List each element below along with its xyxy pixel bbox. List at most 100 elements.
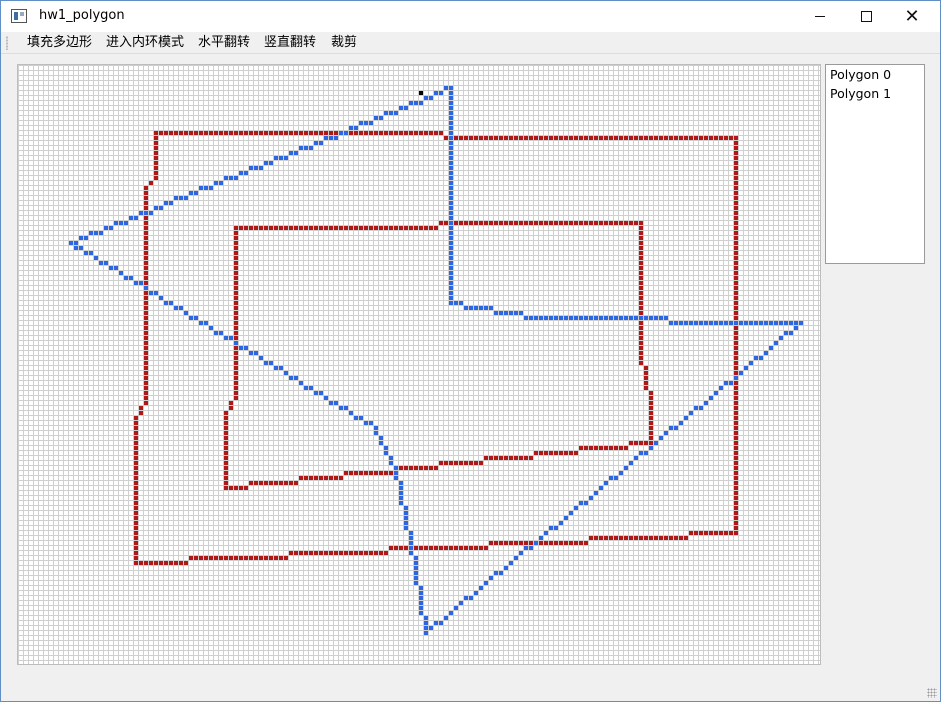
polygon-0-inner-pixel: [444, 221, 448, 225]
polygon-1-pixel: [469, 596, 473, 600]
polygon-1-pixel: [434, 91, 438, 95]
polygon-0-outer-pixel: [689, 136, 693, 140]
polygon-0-outer-pixel: [734, 171, 738, 175]
polygon-0-inner-pixel: [644, 381, 648, 385]
polygon-1-pixel: [764, 321, 768, 325]
polygon-0-outer-pixel: [474, 136, 478, 140]
polygon-list-item-1[interactable]: Polygon 1: [826, 84, 924, 103]
polygon-0-inner-pixel: [439, 461, 443, 465]
menu-vertical-flip[interactable]: 竖直翻转: [262, 34, 318, 51]
polygon-0-outer-pixel: [699, 531, 703, 535]
polygon-0-outer-pixel: [134, 451, 138, 455]
polygon-0-inner-pixel: [459, 221, 463, 225]
polygon-1-pixel: [164, 301, 168, 305]
polygon-1-pixel: [449, 221, 453, 225]
polygon-0-inner-pixel: [594, 221, 598, 225]
polygon-0-inner-pixel: [224, 421, 228, 425]
polygon-0-inner-pixel: [609, 446, 613, 450]
polygon-0-outer-pixel: [489, 541, 493, 545]
pixel-grid-canvas[interactable]: [17, 64, 821, 665]
polygon-0-inner-pixel: [639, 326, 643, 330]
polygon-list-item-0[interactable]: Polygon 0: [826, 65, 924, 84]
polygon-1-pixel: [139, 281, 143, 285]
polygon-0-outer-pixel: [224, 131, 228, 135]
polygon-1-pixel: [779, 336, 783, 340]
polygon-1-pixel: [589, 316, 593, 320]
polygon-0-outer-pixel: [194, 131, 198, 135]
polygon-0-outer-pixel: [274, 556, 278, 560]
polygon-0-outer-pixel: [509, 541, 513, 545]
polygon-1-pixel: [254, 166, 258, 170]
polygon-0-outer-pixel: [174, 131, 178, 135]
close-button[interactable]: ✕: [889, 1, 935, 32]
polygon-0-inner-pixel: [639, 261, 643, 265]
polygon-0-inner-pixel: [234, 276, 238, 280]
polygon-0-inner-pixel: [639, 441, 643, 445]
polygon-0-outer-pixel: [264, 131, 268, 135]
polygon-1-pixel: [264, 161, 268, 165]
polygon-0-inner-pixel: [474, 221, 478, 225]
polygon-0-outer-pixel: [169, 561, 173, 565]
polygon-1-pixel: [69, 241, 73, 245]
polygon-1-pixel: [189, 316, 193, 320]
polygon-0-outer-pixel: [404, 546, 408, 550]
polygon-0-outer-pixel: [734, 466, 738, 470]
polygon-1-pixel: [414, 566, 418, 570]
polygon-1-pixel: [324, 396, 328, 400]
polygon-0-inner-pixel: [434, 466, 438, 470]
polygon-1-pixel: [399, 501, 403, 505]
title-bar[interactable]: hw1_polygon ✕: [1, 1, 940, 32]
polygon-1-pixel: [314, 391, 318, 395]
polygon-1-pixel: [359, 121, 363, 125]
polygon-1-pixel: [104, 226, 108, 230]
polygon-list[interactable]: Polygon 0 Polygon 1: [825, 64, 925, 264]
polygon-0-outer-pixel: [589, 536, 593, 540]
polygon-0-inner-pixel: [359, 471, 363, 475]
polygon-0-outer-pixel: [554, 541, 558, 545]
maximize-button[interactable]: [843, 1, 889, 32]
polygon-0-outer-pixel: [144, 366, 148, 370]
polygon-0-inner-pixel: [649, 426, 653, 430]
polygon-0-outer-pixel: [199, 556, 203, 560]
polygon-0-inner-pixel: [534, 451, 538, 455]
polygon-0-outer-pixel: [734, 236, 738, 240]
polygon-1-pixel: [449, 611, 453, 615]
polygon-1-pixel: [449, 146, 453, 150]
polygon-1-pixel: [259, 356, 263, 360]
polygon-1-pixel: [444, 86, 448, 90]
polygon-0-outer-pixel: [419, 546, 423, 550]
polygon-0-outer-pixel: [629, 136, 633, 140]
polygon-1-pixel: [244, 346, 248, 350]
polygon-0-inner-pixel: [604, 221, 608, 225]
polygon-0-inner-pixel: [579, 221, 583, 225]
toolbar-grip-icon[interactable]: [6, 36, 8, 50]
polygon-0-inner-pixel: [469, 461, 473, 465]
polygon-0-inner-pixel: [414, 466, 418, 470]
minimize-button[interactable]: [797, 1, 843, 32]
resize-grip-icon[interactable]: [927, 688, 937, 698]
polygon-0-inner-pixel: [349, 226, 353, 230]
polygon-0-outer-pixel: [734, 281, 738, 285]
polygon-0-inner-pixel: [639, 291, 643, 295]
polygon-0-inner-pixel: [619, 446, 623, 450]
polygon-0-outer-pixel: [734, 456, 738, 460]
polygon-0-outer-pixel: [384, 551, 388, 555]
menu-inner-ring-mode[interactable]: 进入内环模式: [104, 34, 186, 51]
menu-horizontal-flip[interactable]: 水平翻转: [196, 34, 252, 51]
polygon-0-outer-pixel: [734, 181, 738, 185]
polygon-0-inner-pixel: [369, 226, 373, 230]
polygon-0-outer-pixel: [734, 341, 738, 345]
polygon-1-pixel: [564, 516, 568, 520]
polygon-0-inner-pixel: [284, 226, 288, 230]
menu-clip[interactable]: 裁剪: [329, 34, 359, 51]
polygon-1-pixel: [574, 316, 578, 320]
polygon-0-inner-pixel: [424, 466, 428, 470]
polygon-1-pixel: [499, 571, 503, 575]
polygon-0-outer-pixel: [609, 136, 613, 140]
polygon-1-pixel: [89, 251, 93, 255]
menu-fill-polygon[interactable]: 填充多边形: [25, 34, 94, 51]
polygon-1-pixel: [449, 236, 453, 240]
polygon-0-outer-pixel: [599, 136, 603, 140]
polygon-1-pixel: [539, 316, 543, 320]
polygon-0-outer-pixel: [494, 541, 498, 545]
